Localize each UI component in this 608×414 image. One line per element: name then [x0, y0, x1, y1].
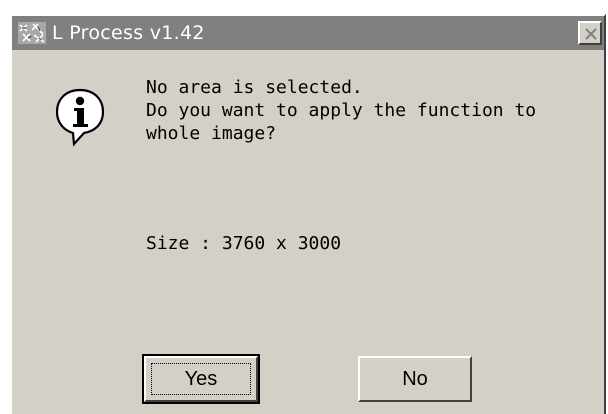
message-line: Do you want to apply the function to [146, 100, 537, 121]
close-button[interactable] [578, 21, 602, 45]
no-button[interactable]: No [358, 356, 472, 402]
confirm-dialog: L Process v1.42 No area is selected. Do … [10, 14, 606, 414]
image-size-label: Size : 3760 x 3000 [146, 233, 342, 254]
focus-rectangle [151, 363, 251, 395]
message-line: No area is selected. [146, 77, 363, 98]
no-button-label: No [402, 367, 428, 390]
window-title: L Process v1.42 [52, 22, 205, 44]
yes-button[interactable]: Yes [142, 354, 260, 404]
message-text: No area is selected. Do you want to appl… [146, 76, 536, 145]
title-bar[interactable]: L Process v1.42 [12, 16, 604, 50]
info-icon [52, 86, 108, 148]
app-icon [18, 22, 46, 44]
message-line: whole image? [146, 123, 277, 144]
